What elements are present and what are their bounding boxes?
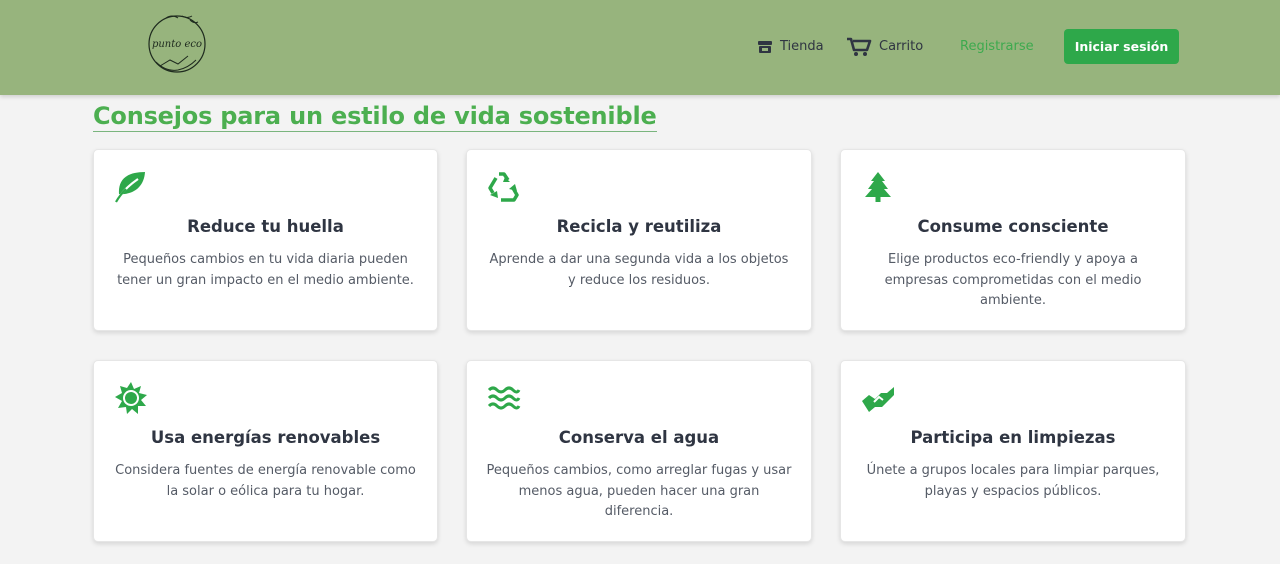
page-title: Consejos para un estilo de vida sostenib…: [93, 102, 657, 132]
punto-eco-logo[interactable]: punto eco: [146, 10, 208, 78]
card-text: Aprende a dar una segunda vida a los obj…: [489, 252, 789, 288]
tip-card-limpiezas: Participa en limpiezas Únete a grupos lo…: [840, 360, 1186, 542]
card-text: Elige productos eco-friendly y apoya a e…: [884, 252, 1142, 308]
card-title: Participa en limpiezas: [910, 428, 1116, 447]
tip-card-agua: Conserva el agua Pequeños cambios, como …: [466, 360, 812, 542]
nav-registrarse-label: Registrarse: [960, 39, 1034, 54]
store-icon: [758, 40, 772, 53]
card-text: Considera fuentes de energía renovable c…: [115, 463, 416, 499]
cart-icon: [847, 37, 872, 56]
card-title: Recicla y reutiliza: [556, 217, 722, 236]
card-title: Conserva el agua: [558, 428, 720, 447]
nav-tienda-link[interactable]: Tienda: [757, 29, 824, 64]
tip-card-consume: Consume consciente Elige productos eco-f…: [840, 149, 1186, 331]
recycle-icon: [488, 172, 519, 202]
tip-card-recicla: Recicla y reutiliza Aprende a dar una se…: [466, 149, 812, 331]
svg-text:punto eco: punto eco: [152, 39, 202, 50]
card-title: Usa energías renovables: [150, 428, 381, 447]
card-title: Consume consciente: [917, 217, 1109, 236]
nav-tienda-label: Tienda: [780, 39, 824, 54]
sun-icon: [115, 382, 147, 414]
card-title: Reduce tu huella: [187, 217, 344, 236]
water-icon: [487, 386, 521, 410]
tree-icon: [865, 172, 891, 202]
nav-carrito-label: Carrito: [879, 39, 924, 54]
leaf-icon: [115, 172, 145, 203]
site-header: punto eco Tienda Carrito Registrarse Ini…: [0, 0, 1280, 95]
nav-carrito-link[interactable]: Carrito: [846, 29, 923, 64]
nav-registrarse-link[interactable]: Registrarse: [960, 29, 1034, 64]
handshake-icon: [862, 387, 894, 412]
tip-card-reduce: Reduce tu huella Pequeños cambios en tu …: [93, 149, 438, 331]
card-text: Únete a grupos locales para limpiar parq…: [866, 463, 1160, 499]
tip-card-energias: Usa energías renovables Considera fuente…: [93, 360, 438, 542]
card-text: Pequeños cambios en tu vida diaria puede…: [117, 252, 414, 288]
login-button[interactable]: Iniciar sesión: [1064, 29, 1179, 64]
card-text: Pequeños cambios, como arreglar fugas y …: [486, 463, 792, 519]
